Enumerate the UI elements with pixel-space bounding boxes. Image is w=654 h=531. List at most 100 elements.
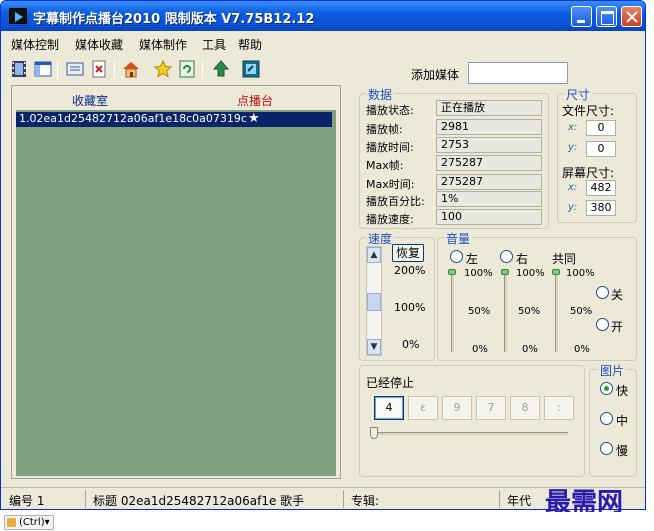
volume-both-slider[interactable] (555, 272, 558, 352)
volume-on-radio[interactable] (596, 318, 609, 331)
upload-icon[interactable] (211, 59, 231, 79)
main-window: 字幕制作点播台2010 限制版本 V7.75B12.12 媒体控制 媒体收藏 媒… (0, 0, 646, 510)
edit-icon[interactable] (65, 59, 85, 79)
screen-size-y: 380 (586, 200, 616, 216)
media-list-panel: 收藏室 点播台 1.02ea1d25482712a06af1e18c0a0731… (11, 85, 341, 479)
app-icon (9, 8, 27, 24)
film-icon[interactable] (9, 59, 29, 79)
volume-right-slider[interactable] (504, 272, 507, 352)
play-status-label: 播放状态: (366, 104, 414, 117)
frame-button-5[interactable]: 8 (510, 396, 540, 420)
menu-media-control[interactable]: 媒体控制 (11, 36, 59, 53)
screen-icon[interactable] (241, 59, 261, 79)
window-layout-icon[interactable] (33, 59, 53, 79)
maximize-button[interactable] (596, 6, 617, 27)
home-icon[interactable] (121, 59, 141, 79)
image-medium-label: 中 (616, 414, 629, 428)
add-media-input[interactable] (468, 62, 568, 84)
volume-right-radio[interactable] (500, 250, 513, 263)
menu-help[interactable]: 帮助 (238, 36, 262, 53)
status-separator (499, 490, 500, 508)
volume-left-slider[interactable] (451, 272, 454, 352)
status-title: 标题 02ea1d25482712a06af1e 歌手 (93, 494, 305, 508)
frame-button-3[interactable]: 9 (442, 396, 472, 420)
frame-slider[interactable] (370, 427, 568, 439)
favorites-header[interactable]: 收藏室 (72, 92, 108, 109)
menu-tools[interactable]: 工具 (202, 36, 226, 53)
image-medium-radio[interactable] (600, 412, 613, 425)
speed-slider-thumb[interactable] (367, 293, 381, 311)
volume-left-radio[interactable] (450, 250, 463, 263)
max-time-label: Max时间: (366, 178, 415, 191)
volume-off-radio[interactable] (596, 286, 609, 299)
restore-speed-button[interactable]: 恢复 (392, 244, 424, 262)
speed-slider[interactable]: ▲ ▼ (366, 246, 382, 356)
volume-right-thumb[interactable] (501, 269, 509, 275)
toolbar-separator (202, 61, 203, 79)
menu-media-production[interactable]: 媒体制作 (139, 36, 187, 53)
play-status-value: 正在播放 (436, 100, 542, 116)
menu-media-favorites[interactable]: 媒体收藏 (75, 36, 123, 53)
status-year: 年代 (507, 494, 532, 508)
file-x-axis-label: x: (568, 122, 578, 133)
frame-button-2[interactable]: ε (408, 396, 438, 420)
volume-both-thumb[interactable] (552, 269, 560, 275)
play-percent-label: 播放百分比: (366, 195, 425, 208)
list-item[interactable]: 1.02ea1d25482712a06af1e18c0a07319c ★ (16, 112, 332, 127)
screen-x-axis-label: x: (568, 182, 578, 193)
volume-right-mark-mid: 50% (518, 306, 541, 317)
volume-right-mark-top: 100% (516, 268, 545, 279)
volume-both-label: 共同 (552, 252, 577, 266)
screen-size-label: 屏幕尺寸: (562, 166, 615, 180)
star-icon[interactable] (153, 59, 173, 79)
play-frame-label: 播放帧: (366, 123, 403, 136)
size-group: 尺寸 文件尺寸: x: 0 y: 0 屏幕尺寸: x: 482 y: 380 (557, 86, 637, 223)
refresh-icon[interactable] (177, 59, 197, 79)
volume-both-mark-bottom: 0% (574, 344, 590, 355)
frame-button-6[interactable]: : (544, 396, 574, 420)
volume-left-mark-mid: 50% (468, 306, 491, 317)
image-fast-radio[interactable] (600, 382, 613, 395)
file-size-y: 0 (586, 141, 616, 157)
status-separator (343, 490, 344, 508)
status-album: 专辑: (351, 494, 380, 508)
favorite-star-icon[interactable]: ★ (248, 112, 260, 126)
title-bar[interactable]: 字幕制作点播台2010 限制版本 V7.75B12.12 (1, 1, 645, 31)
image-slow-radio[interactable] (600, 442, 613, 455)
status-separator (85, 490, 86, 508)
volume-right-label: 右 (516, 252, 529, 266)
frame-slider-thumb[interactable] (370, 427, 378, 439)
frame-button-1[interactable]: 4 (374, 396, 404, 420)
add-media-label: 添加媒体 (411, 68, 460, 82)
play-percent-value: 1% (436, 191, 542, 207)
toolbar-separator (114, 61, 115, 79)
delete-icon[interactable] (89, 59, 109, 79)
image-group: 图片 快 中 慢 (589, 362, 637, 477)
screen-y-axis-label: y: (568, 202, 578, 213)
speed-down-arrow-icon[interactable]: ▼ (367, 339, 381, 355)
data-group: 数据 播放状态: 正在播放 播放帧: 2981 播放时间: 2753 Max帧:… (359, 86, 549, 229)
max-time-value: 275287 (436, 174, 542, 190)
volume-left-thumb[interactable] (448, 269, 456, 275)
volume-left-mark-top: 100% (464, 268, 493, 279)
minimize-button[interactable] (571, 6, 592, 27)
frame-group: 已经停止 4 ε 9 7 8 : (359, 365, 585, 477)
volume-on-label: 开 (611, 320, 624, 334)
paste-options-chip[interactable]: (Ctrl)▾ (4, 515, 54, 530)
image-slow-label: 慢 (616, 444, 629, 458)
max-frame-value: 275287 (436, 155, 542, 171)
menu-bar: 媒体控制 媒体收藏 媒体制作 工具 帮助 (1, 33, 645, 53)
media-list[interactable]: 1.02ea1d25482712a06af1e18c0a07319c ★ (16, 110, 336, 476)
speed-up-arrow-icon[interactable]: ▲ (367, 247, 381, 263)
speed-mark-200: 200% (394, 264, 426, 277)
volume-off-label: 关 (611, 288, 624, 302)
volume-group-title: 音量 (444, 230, 473, 247)
playlist-header[interactable]: 点播台 (237, 92, 273, 109)
file-y-axis-label: y: (568, 142, 578, 153)
volume-right-mark-bottom: 0% (522, 344, 538, 355)
close-button[interactable] (621, 6, 642, 27)
play-time-label: 播放时间: (366, 141, 414, 154)
frame-button-4[interactable]: 7 (476, 396, 506, 420)
play-state-label: 已经停止 (366, 376, 415, 390)
volume-left-label: 左 (466, 252, 479, 266)
